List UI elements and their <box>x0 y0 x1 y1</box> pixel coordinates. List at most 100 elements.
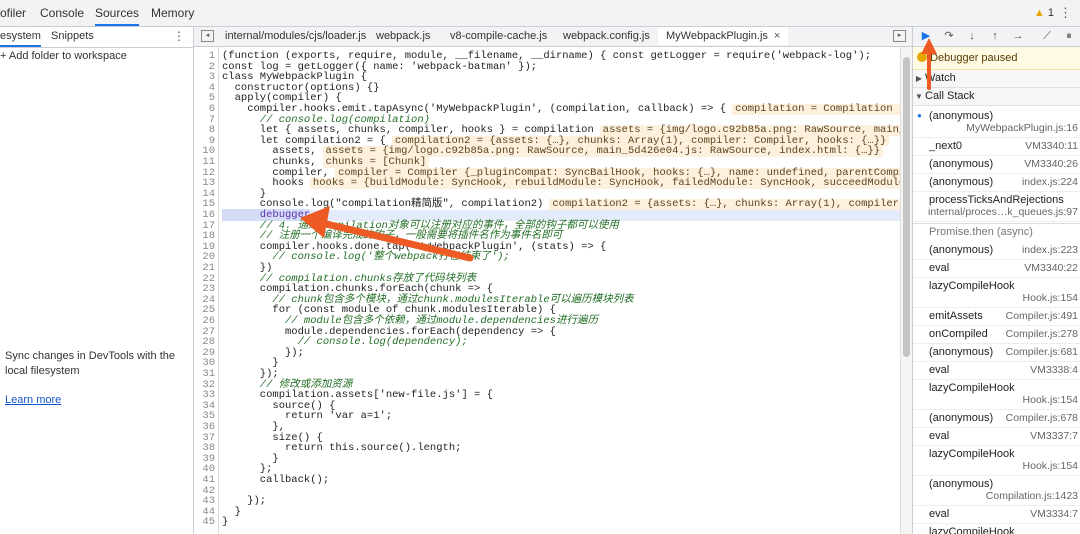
frame-location[interactable]: MyWebpackPlugin.js:16 <box>966 122 1078 134</box>
watch-section-header[interactable]: ▶ Watch <box>913 70 1080 88</box>
call-stack-frame[interactable]: eval VM3340:22 <box>913 259 1080 277</box>
warning-counter[interactable]: ▲ 1 <box>1034 0 1054 26</box>
line-number[interactable]: 21 <box>194 263 215 274</box>
paused-icon <box>917 52 927 62</box>
call-stack-section-header[interactable]: ▼ Call Stack <box>913 88 1080 106</box>
line-number[interactable]: 41 <box>194 475 215 486</box>
scrollbar-thumb[interactable] <box>903 57 910 357</box>
frame-location[interactable]: Compiler.js:678 <box>1006 412 1078 424</box>
call-stack-frame[interactable]: (anonymous) VM3340:26 <box>913 155 1080 173</box>
toggle-debugger-icon[interactable]: ▸ <box>893 30 906 42</box>
file-tabs-bar: ◂ internal/modules/cjs/loader.js webpack… <box>194 27 912 47</box>
inline-value-preview: compilation2 = {assets: {…}, chunks: Arr… <box>549 199 900 210</box>
warning-icon: ▲ <box>1033 7 1045 19</box>
resume-icon[interactable]: ▶︎ <box>918 29 934 44</box>
line-number[interactable]: 26 <box>194 316 215 327</box>
pause-on-exceptions-icon[interactable]: ⏸ <box>1061 29 1077 44</box>
frame-function: onCompiled <box>929 328 988 340</box>
frame-location[interactable]: Hook.js:154 <box>1023 292 1078 304</box>
debugger-pane: ▶︎ ↷ ↓ ↑ → ⟋ ⏸ Debugger paused ▶ Watch ▼ C… <box>912 27 1080 534</box>
more-options-icon[interactable]: ⋮ <box>1059 0 1072 26</box>
call-stack-frame[interactable]: eval VM3334:7 <box>913 505 1080 523</box>
call-stack-frame[interactable]: lazyCompileHook <box>913 523 1080 534</box>
file-tab-v8-compile-cache[interactable]: v8-compile-cache.js <box>450 27 547 46</box>
call-stack-frame[interactable]: emitAssets Compiler.js:491 <box>913 307 1080 325</box>
line-number[interactable]: 1 <box>194 51 215 62</box>
close-tab-icon[interactable]: × <box>774 30 780 42</box>
frame-location[interactable]: index.js:223 <box>1022 244 1078 256</box>
code-editor[interactable]: 1 2 3 4 5 6 7 8 9 10 11 12 13 14 15 16 17 18 19 20 21 22 23 24 2… <box>194 47 900 534</box>
call-stack-frame[interactable]: lazyCompileHook Hook.js:154 <box>913 379 1080 409</box>
code-line: } <box>222 517 228 528</box>
frame-location[interactable]: Compiler.js:681 <box>1006 346 1078 358</box>
line-number-gutter[interactable]: 1 2 3 4 5 6 7 8 9 10 11 12 13 14 15 16 17 18 19 20 21 22 23 24 2… <box>194 47 219 534</box>
file-tab-webpack-config[interactable]: webpack.config.js <box>563 27 650 46</box>
step-out-icon[interactable]: ↑ <box>987 29 1003 44</box>
code-line: hooks hooks = {buildModule: SyncHook, reb… <box>222 178 900 189</box>
call-stack-frame[interactable]: (anonymous) Compiler.js:678 <box>913 409 1080 427</box>
current-frame-icon: ● <box>917 111 922 120</box>
call-stack-frame[interactable]: eval VM3337:7 <box>913 427 1080 445</box>
file-tab-mywebpackplugin[interactable]: MyWebpackPlugin.js × <box>658 27 789 45</box>
file-tab-loader[interactable]: internal/modules/cjs/loader.js <box>225 27 366 46</box>
toggle-navigator-icon[interactable]: ◂ <box>201 30 214 42</box>
frame-function: lazyCompileHook <box>929 280 1015 292</box>
add-folder-button[interactable]: + Add folder to workspace <box>0 50 127 62</box>
collapse-triangle-icon: ▼ <box>915 92 923 101</box>
frame-location[interactable]: VM3338:4 <box>1030 364 1078 376</box>
step-over-icon[interactable]: ↷ <box>941 29 957 44</box>
navigator-more-icon[interactable]: ⋮ <box>173 27 185 45</box>
frame-location[interactable]: VM3337:7 <box>1030 430 1078 442</box>
call-stack-frame[interactable]: (anonymous) index.js:224 <box>913 173 1080 191</box>
frame-location[interactable]: VM3340:11 <box>1025 140 1078 152</box>
tab-sources[interactable]: Sources <box>95 0 140 26</box>
call-stack-frame[interactable]: onCompiled Compiler.js:278 <box>913 325 1080 343</box>
paused-text: Debugger paused <box>930 52 1018 64</box>
frame-function: (anonymous) <box>929 478 994 490</box>
frame-location[interactable]: VM3340:26 <box>1024 158 1078 170</box>
tab-console[interactable]: Console <box>40 0 84 26</box>
frame-function: processTicksAndRejections <box>929 194 1064 206</box>
step-into-icon[interactable]: ↓ <box>964 29 980 44</box>
call-stack-frame[interactable]: _next0 VM3340:11 <box>913 137 1080 155</box>
call-stack-frame[interactable]: lazyCompileHook Hook.js:154 <box>913 445 1080 475</box>
deactivate-breakpoints-icon[interactable]: ⟋ <box>1039 29 1055 44</box>
tab-profiler[interactable]: ofiler <box>0 0 26 26</box>
line-number[interactable]: 16 <box>194 210 215 221</box>
line-number[interactable]: 45 <box>194 517 215 528</box>
frame-function: (anonymous) <box>929 176 994 188</box>
call-stack-frame[interactable]: lazyCompileHook Hook.js:154 <box>913 277 1080 307</box>
tab-snippets[interactable]: Snippets <box>51 27 94 47</box>
frame-location[interactable]: Compiler.js:491 <box>1006 310 1078 322</box>
learn-more-link[interactable]: Learn more <box>5 394 61 406</box>
frame-function: eval <box>929 262 950 274</box>
code-line: console.log("compilation精简版", compilatio… <box>222 199 900 210</box>
frame-location[interactable]: index.js:224 <box>1022 176 1078 188</box>
frame-location[interactable]: Compilation.js:1423 <box>986 490 1078 502</box>
tab-memory[interactable]: Memory <box>151 0 194 26</box>
line-number[interactable]: 31 <box>194 369 215 380</box>
frame-location[interactable]: Hook.js:154 <box>1023 460 1078 472</box>
frame-function: (anonymous) <box>929 346 994 358</box>
call-stack-frame[interactable]: processTicksAndRejections internal/proces… <box>913 191 1080 221</box>
code-line: callback(); <box>222 475 329 486</box>
call-stack-frame[interactable]: ● (anonymous) MyWebpackPlugin.js:16 <box>913 107 1080 137</box>
debugger-paused-banner: Debugger paused <box>913 47 1080 70</box>
call-stack-frame[interactable]: (anonymous) Compiler.js:681 <box>913 343 1080 361</box>
warning-count: 1 <box>1047 7 1054 19</box>
line-number[interactable]: 11 <box>194 157 215 168</box>
frame-location[interactable]: Hook.js:154 <box>1023 394 1078 406</box>
tab-filesystem[interactable]: esystem <box>0 27 41 47</box>
file-tab-webpack[interactable]: webpack.js <box>376 27 430 46</box>
frame-location[interactable]: VM3340:22 <box>1024 262 1078 274</box>
frame-location[interactable]: Compiler.js:278 <box>1006 328 1078 340</box>
step-icon[interactable]: → <box>1010 29 1026 44</box>
frame-location[interactable]: internal/proces…k_queues.js:97 <box>928 206 1078 218</box>
call-stack-frame[interactable]: (anonymous) Compilation.js:1423 <box>913 475 1080 505</box>
call-stack-frame[interactable]: (anonymous) index.js:223 <box>913 241 1080 259</box>
line-number[interactable]: 36 <box>194 422 215 433</box>
frame-location[interactable]: VM3334:7 <box>1030 508 1078 520</box>
call-stack-frame[interactable]: eval VM3338:4 <box>913 361 1080 379</box>
frame-function: lazyCompileHook <box>929 526 1015 534</box>
line-number[interactable]: 6 <box>194 104 215 115</box>
